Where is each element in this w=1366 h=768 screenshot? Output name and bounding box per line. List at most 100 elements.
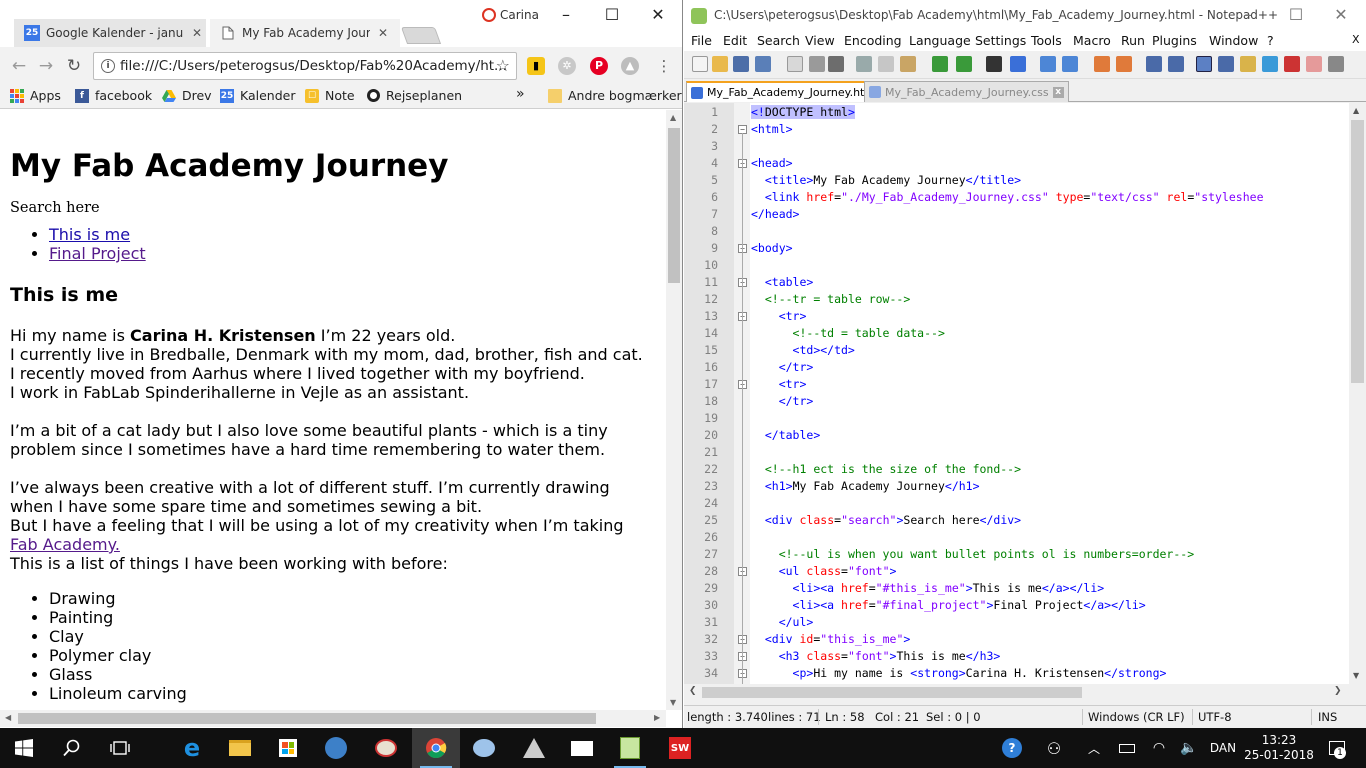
code-line[interactable]: <body> — [751, 240, 1349, 257]
open-file-icon[interactable] — [712, 56, 728, 72]
code-line[interactable]: <!DOCTYPE html> — [751, 104, 1349, 121]
code-line[interactable]: </head> — [751, 206, 1349, 223]
scroll-down-icon[interactable]: ▼ — [670, 698, 676, 707]
code-line[interactable]: <ul class="font"> — [751, 563, 1349, 580]
code-line[interactable]: <!--td = table data--> — [751, 325, 1349, 342]
menu-tools[interactable]: Tools — [1031, 33, 1062, 48]
bookmark-note[interactable]: ☐ Note — [305, 88, 355, 103]
sync-horizontal-icon[interactable] — [1116, 56, 1132, 72]
language-indicator[interactable]: DAN — [1206, 728, 1240, 768]
show-all-chars-icon[interactable] — [1168, 56, 1184, 72]
folder-workspace-icon[interactable] — [1262, 56, 1278, 72]
code-line[interactable]: <p>Hi my name is <strong>Carina H. Krist… — [751, 665, 1349, 682]
undo-icon[interactable] — [932, 56, 948, 72]
scroll-up-icon[interactable]: ▲ — [670, 113, 676, 122]
help-tray-icon[interactable]: ? — [998, 728, 1026, 768]
taskbar-notepadpp[interactable] — [606, 728, 654, 768]
menu-view[interactable]: View — [805, 33, 835, 48]
menu-help[interactable]: ? — [1267, 33, 1274, 48]
scroll-left-icon[interactable]: ❮ — [689, 686, 697, 696]
people-tray-icon[interactable]: ⚇ — [1040, 728, 1068, 768]
bookmarks-overflow-button[interactable]: » — [516, 86, 525, 102]
horizontal-scrollbar[interactable]: ◀ ▶ — [0, 710, 666, 727]
close-icon[interactable]: ✕ — [190, 26, 204, 40]
doc-map-icon[interactable] — [1218, 56, 1234, 72]
scroll-right-icon[interactable]: ▶ — [654, 713, 660, 722]
code-line[interactable]: <h1>My Fab Academy Journey</h1> — [751, 478, 1349, 495]
menu-run[interactable]: Run — [1121, 33, 1145, 48]
code-line[interactable]: <li><a href="#this_is_me">This is me</a>… — [751, 580, 1349, 597]
close-icon[interactable]: x — [1052, 86, 1064, 98]
find-icon[interactable] — [986, 56, 1002, 72]
save-all-icon[interactable] — [755, 56, 771, 72]
menu-search[interactable]: Search — [757, 33, 800, 48]
menu-close-doc[interactable]: X — [1352, 33, 1360, 46]
wifi-tray-icon[interactable]: ◠ — [1148, 728, 1170, 768]
sync-vertical-icon[interactable] — [1094, 56, 1110, 72]
menu-encoding[interactable]: Encoding — [844, 33, 902, 48]
taskbar-chrome[interactable] — [412, 728, 460, 768]
menu-language[interactable]: Language — [909, 33, 971, 48]
bookmark-drev[interactable]: Drev — [162, 88, 212, 103]
code-line[interactable]: <h3 class="font">This is me</h3> — [751, 648, 1349, 665]
copy-icon[interactable] — [878, 56, 894, 72]
zoom-in-icon[interactable] — [1040, 56, 1056, 72]
code-line[interactable]: <title>My Fab Academy Journey</title> — [751, 172, 1349, 189]
editor-vertical-scrollbar[interactable]: ▲ ▼ — [1349, 103, 1366, 684]
scroll-down-icon[interactable]: ▼ — [1353, 671, 1359, 680]
scroll-left-icon[interactable]: ◀ — [5, 713, 11, 722]
code-line[interactable]: </tr> — [751, 359, 1349, 376]
back-button[interactable]: ← — [8, 55, 30, 77]
code-line[interactable]: <!--tr = table row--> — [751, 291, 1349, 308]
show-hidden-icons-button[interactable]: ︿ — [1084, 728, 1104, 768]
save-icon[interactable] — [733, 56, 749, 72]
word-wrap-icon[interactable] — [1146, 56, 1162, 72]
bookmark-kalender[interactable]: 25 Kalender — [220, 88, 296, 103]
link-this-is-me[interactable]: This is me — [49, 225, 130, 244]
close-window-button[interactable]: ✕ — [1329, 4, 1353, 26]
menu-plugins[interactable]: Plugins — [1152, 33, 1197, 48]
indent-guide-icon[interactable] — [1196, 56, 1212, 72]
menu-window[interactable]: Window — [1209, 33, 1258, 48]
menu-file[interactable]: File — [691, 33, 712, 48]
scrollbar-thumb[interactable] — [702, 687, 1082, 698]
code-editor[interactable]: 1<!DOCTYPE html>2<html>−34<head>−5 <titl… — [684, 103, 1349, 684]
menu-macro[interactable]: Macro — [1073, 33, 1111, 48]
close-all-icon[interactable] — [809, 56, 825, 72]
playback-icon[interactable] — [1328, 56, 1344, 72]
code-line[interactable]: <tr> — [751, 376, 1349, 393]
taskbar-solidworks[interactable]: SW — [656, 728, 704, 768]
start-button[interactable] — [0, 728, 48, 768]
tab-css-file[interactable]: My_Fab_Academy_Journey.css x — [864, 81, 1069, 102]
link-final-project[interactable]: Final Project — [49, 244, 146, 263]
reload-button[interactable]: ↻ — [63, 55, 85, 77]
code-line[interactable]: <td></td> — [751, 342, 1349, 359]
pinterest-icon[interactable]: P — [590, 57, 608, 75]
address-bar[interactable]: i file:///C:/Users/peterogsus/Desktop/Fa… — [93, 52, 517, 80]
taskbar-edge[interactable]: e — [168, 728, 216, 768]
battery-tray-icon[interactable] — [1116, 728, 1138, 768]
new-file-icon[interactable] — [692, 56, 708, 72]
code-line[interactable]: <!--ul is when you want bullet points ol… — [751, 546, 1349, 563]
taskbar-mail[interactable] — [558, 728, 606, 768]
drive-extension-icon[interactable]: ▲ — [621, 57, 639, 75]
taskbar-thunderbird[interactable] — [312, 728, 360, 768]
maximize-button[interactable]: ☐ — [1284, 4, 1308, 26]
minimize-button[interactable]: – — [1236, 4, 1260, 26]
function-list-icon[interactable] — [1240, 56, 1256, 72]
code-line[interactable]: <table> — [751, 274, 1349, 291]
forward-button[interactable]: → — [35, 55, 57, 77]
cut-icon[interactable] — [856, 56, 872, 72]
taskbar-inkscape[interactable] — [510, 728, 558, 768]
close-window-button[interactable]: ✕ — [646, 4, 670, 26]
taskbar-paint[interactable] — [362, 728, 410, 768]
code-line[interactable]: </tr> — [751, 393, 1349, 410]
editor-horizontal-scrollbar[interactable]: ❮ ❯ — [684, 684, 1349, 701]
extension-puzzle-icon[interactable]: ✲ — [558, 57, 576, 75]
code-line[interactable]: <tr> — [751, 308, 1349, 325]
code-line[interactable]: <head> — [751, 155, 1349, 172]
bookmark-star-icon[interactable]: ☆ — [496, 53, 510, 79]
menu-edit[interactable]: Edit — [723, 33, 747, 48]
scrollbar-thumb[interactable] — [1351, 120, 1364, 383]
record-macro-icon[interactable] — [1284, 56, 1300, 72]
